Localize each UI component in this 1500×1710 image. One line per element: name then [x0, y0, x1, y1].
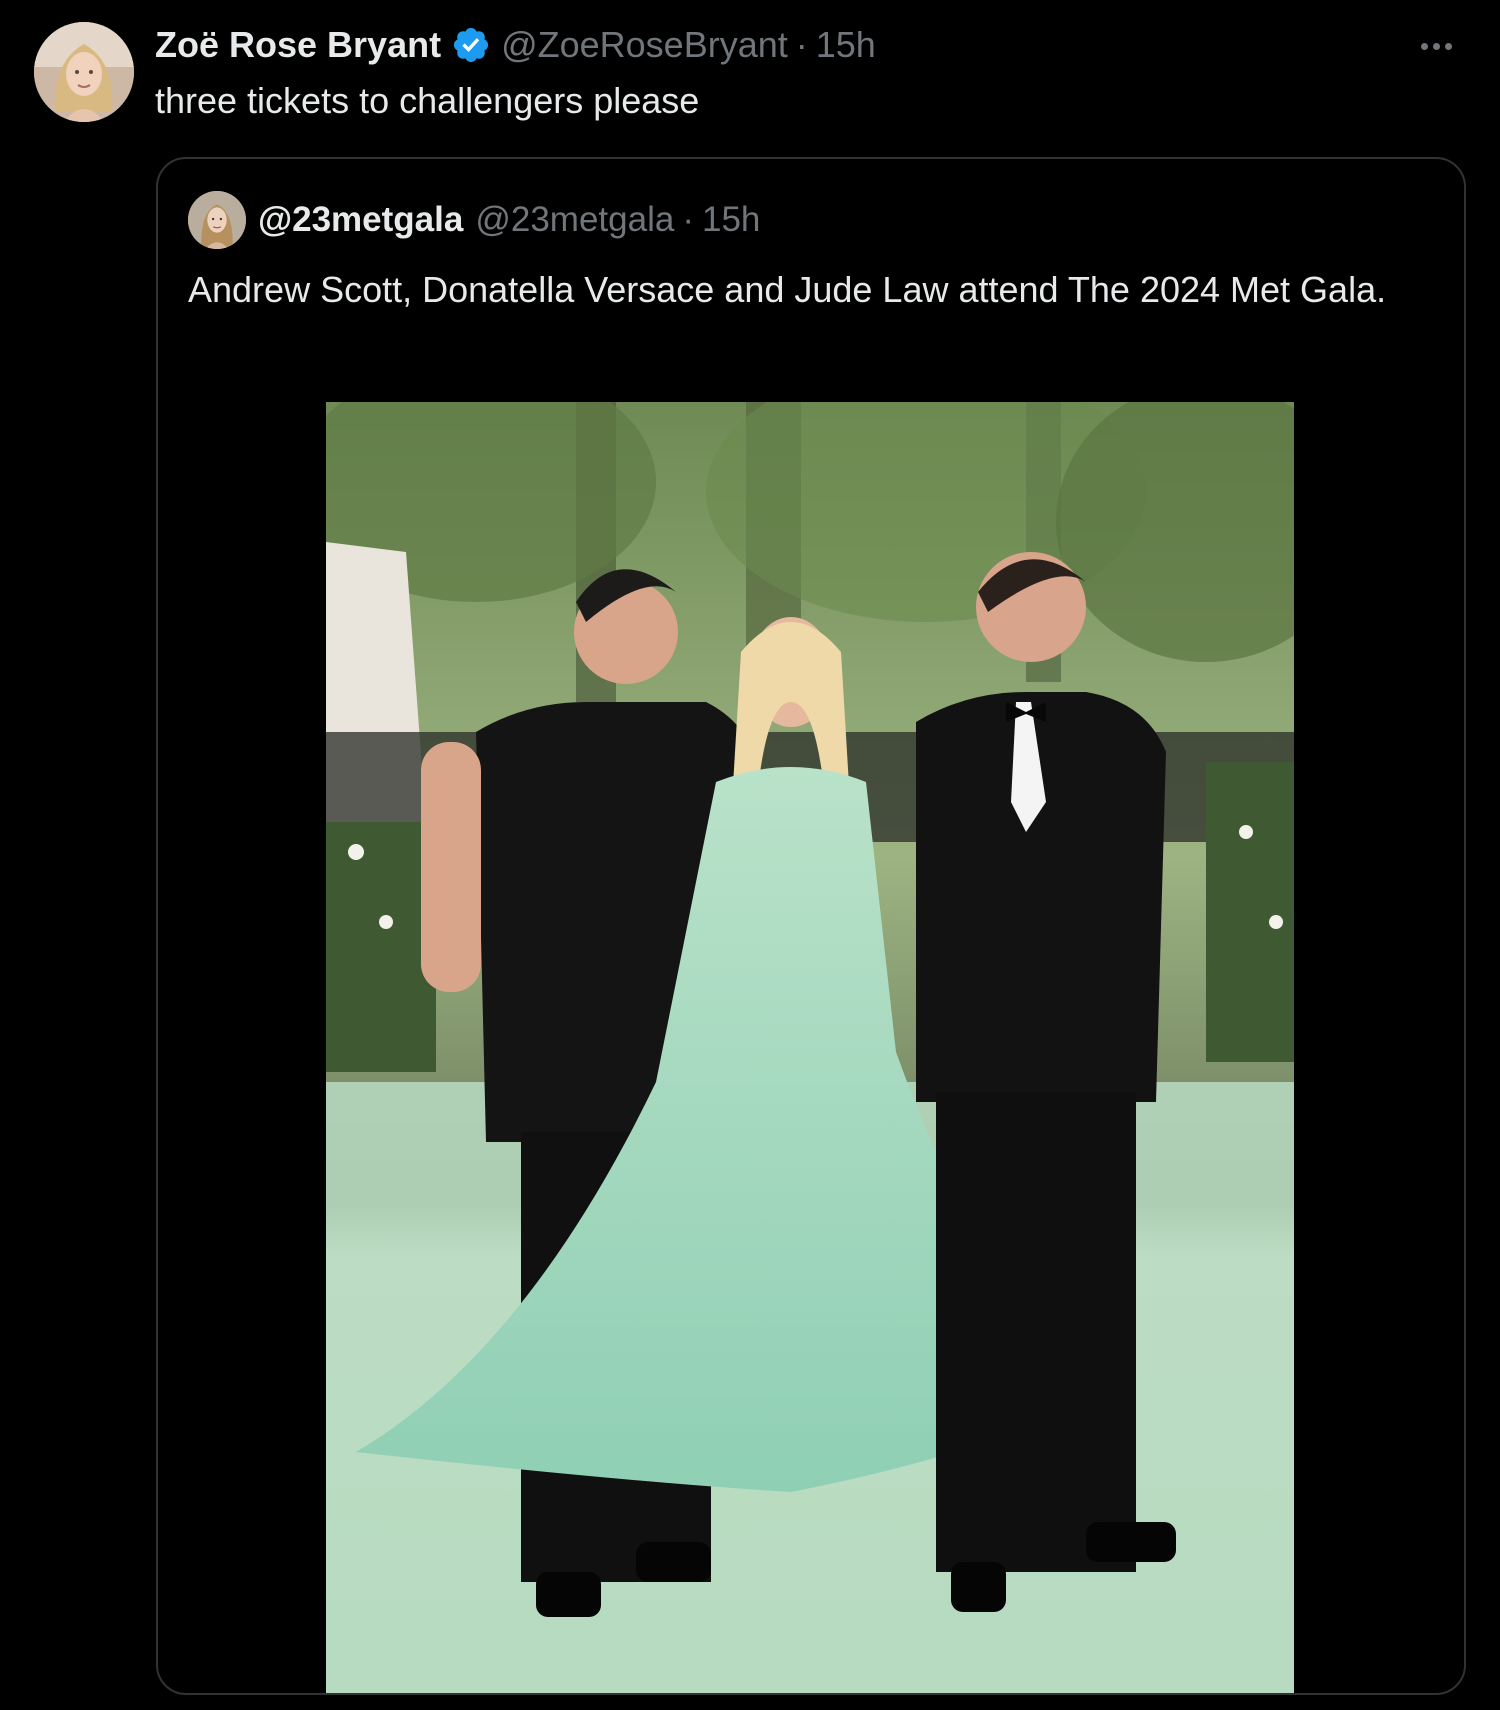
display-name[interactable]: Zoë Rose Bryant [155, 24, 441, 66]
tweet-header: Zoë Rose Bryant @ZoeRoseBryant · 15h [155, 20, 876, 70]
avatar-image [34, 22, 134, 122]
more-horizontal-icon[interactable] [1406, 24, 1466, 68]
quoted-avatar[interactable] [188, 191, 246, 249]
avatar[interactable] [34, 22, 134, 122]
quoted-timestamp[interactable]: 15h [702, 200, 760, 240]
user-handle[interactable]: @ZoeRoseBryant [501, 24, 788, 66]
photo-image [326, 402, 1294, 1693]
quoted-display-name[interactable]: @23metgala [258, 200, 463, 240]
timestamp[interactable]: 15h [816, 24, 876, 66]
tweet-text: three tickets to challengers please [155, 80, 700, 121]
verified-badge-icon[interactable] [451, 25, 491, 65]
quoted-tweet-photo[interactable] [326, 402, 1294, 1693]
quoted-tweet-header: @23metgala @23metgala · 15h [258, 195, 760, 245]
quoted-tweet-text: Andrew Scott, Donatella Versace and Jude… [188, 269, 1387, 310]
separator-dot: · [795, 24, 808, 65]
tweet[interactable]: Zoë Rose Bryant @ZoeRoseBryant · 15h thr… [0, 0, 1500, 1710]
quoted-user-handle[interactable]: @23metgala [475, 200, 674, 240]
quoted-avatar-image [188, 191, 246, 249]
quoted-separator-dot: · [682, 200, 694, 239]
quoted-tweet-card[interactable]: @23metgala @23metgala · 15h Andrew Scott… [156, 157, 1466, 1695]
